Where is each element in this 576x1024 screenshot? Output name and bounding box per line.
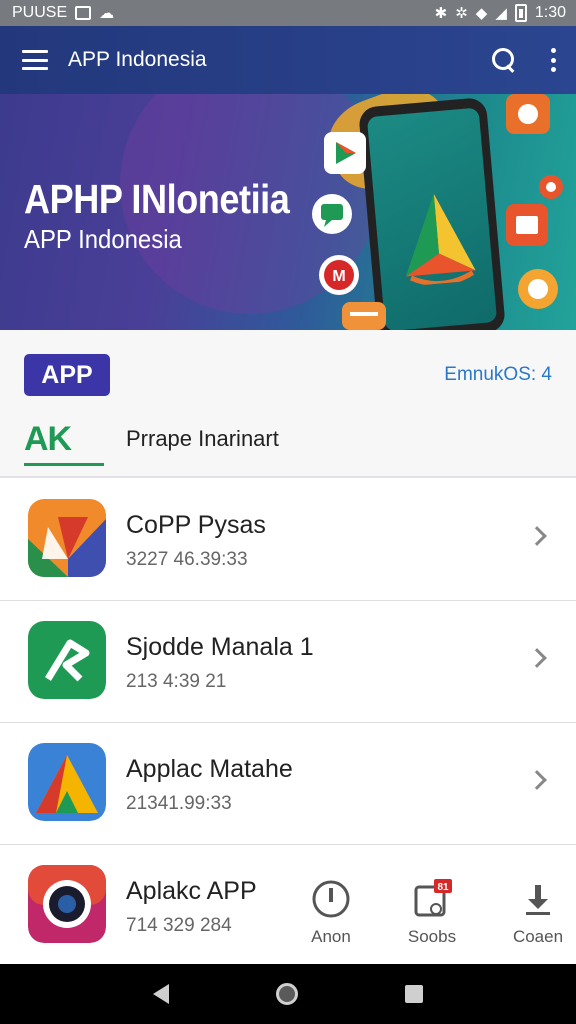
more-vert-icon[interactable] — [548, 48, 558, 72]
app-icon-camera — [28, 865, 106, 943]
chevron-right-icon — [527, 770, 547, 790]
list-item[interactable]: CoPP Pysas 3227 46.39:33 — [0, 479, 576, 601]
music-icon — [506, 94, 550, 134]
device-badge-icon: 81 — [414, 879, 452, 917]
power-icon — [312, 880, 350, 918]
status-bar: PUUSE ☁ ✱ ✲ ◆ ◢ 1:30 — [0, 0, 576, 26]
gallery-icon — [75, 6, 92, 20]
ak-logo: AK — [24, 420, 104, 466]
home-icon[interactable] — [275, 983, 298, 1005]
app-icon-orange — [28, 499, 106, 577]
recents-icon[interactable] — [404, 985, 423, 1003]
screen: PUUSE ☁ ✱ ✲ ◆ ◢ 1:30 APP Indonesia APHP … — [0, 0, 576, 1024]
download-icon — [526, 885, 550, 915]
system-nav-bar — [0, 964, 576, 1024]
video-icon: M — [319, 255, 359, 295]
download-label: Coaen — [512, 927, 564, 946]
phone-screen — [366, 107, 498, 330]
hero-banner[interactable]: APHP INlonetiia APP Indonesia M — [0, 94, 576, 330]
notification-icon — [539, 175, 563, 199]
soobs-button[interactable]: 81 Soobs — [392, 879, 472, 947]
section-link[interactable]: EmnukOS: 4 — [444, 364, 552, 386]
app-icon-green — [28, 621, 106, 699]
list-item-subtitle: 213 4:39 21 — [126, 671, 227, 692]
wifi-icon: ◆ — [475, 4, 488, 22]
filter-row[interactable]: AK Prrape Inarinart — [24, 420, 279, 466]
bluetooth-icon: ✱ — [434, 4, 448, 22]
signal-icon: ◢ — [495, 4, 507, 22]
phone-illustration — [358, 96, 506, 330]
badge-count: 81 — [437, 882, 449, 893]
featured-section: APP EmnukOS: 4 AK Prrape Inarinart — [0, 330, 576, 478]
list-item-title: Sjodde Manala 1 — [126, 633, 314, 661]
play-logo-icon — [405, 193, 476, 287]
battery-icon — [514, 4, 527, 22]
ak-logo-text: AK — [24, 420, 72, 458]
divider — [0, 476, 576, 478]
anon-button[interactable]: Anon — [291, 879, 371, 947]
app-title: APP Indonesia — [68, 48, 207, 71]
menu-icon[interactable] — [22, 50, 48, 70]
clock: 1:30 — [534, 4, 566, 21]
list-item-title: Aplakc APP — [126, 877, 257, 905]
chevron-right-icon — [527, 526, 547, 546]
anon-label: Anon — [311, 927, 351, 946]
list-item-subtitle: 21341.99:33 — [126, 793, 232, 814]
list-item[interactable]: Applac Matahe 21341.99:33 — [0, 723, 576, 845]
cloud-icon: ☁ — [99, 4, 115, 22]
list-item[interactable]: Aplakc APP 714 329 284 Anon 81 Soobs Coa… — [0, 845, 576, 964]
list-item-subtitle: 714 329 284 — [126, 915, 232, 936]
shop-icon — [506, 204, 548, 246]
mail-icon — [342, 302, 386, 330]
filter-label: Prrape Inarinart — [126, 426, 279, 451]
back-icon[interactable] — [153, 984, 170, 1004]
vibrate-icon: ✲ — [455, 4, 468, 22]
app-bar: APP Indonesia — [0, 26, 576, 94]
list-item-subtitle: 3227 46.39:33 — [126, 549, 248, 570]
list-item[interactable]: Sjodde Manala 1 213 4:39 21 — [0, 601, 576, 723]
play-store-icon — [324, 132, 366, 174]
svg-text:M: M — [332, 268, 345, 285]
list-item-title: CoPP Pysas — [126, 511, 266, 539]
app-badge: APP — [24, 354, 110, 396]
status-right: ✱ ✲ ◆ ◢ 1:30 — [435, 4, 566, 22]
banner-subtitle: APP Indonesia — [24, 224, 182, 254]
status-left: PUUSE ☁ — [12, 4, 114, 22]
carrier-label: PUUSE — [12, 4, 68, 21]
camera-small-icon — [518, 269, 558, 309]
app-icon-colorful — [28, 743, 106, 821]
soobs-label: Soobs — [407, 927, 457, 946]
chat-icon — [312, 194, 352, 234]
list-item-title: Applac Matahe — [126, 755, 293, 783]
chevron-right-icon — [527, 648, 547, 668]
search-icon[interactable] — [490, 46, 518, 74]
download-button[interactable]: Coaen — [498, 879, 576, 947]
banner-title: APHP INlonetiia — [24, 176, 290, 222]
active-tab-indicator — [24, 463, 104, 466]
